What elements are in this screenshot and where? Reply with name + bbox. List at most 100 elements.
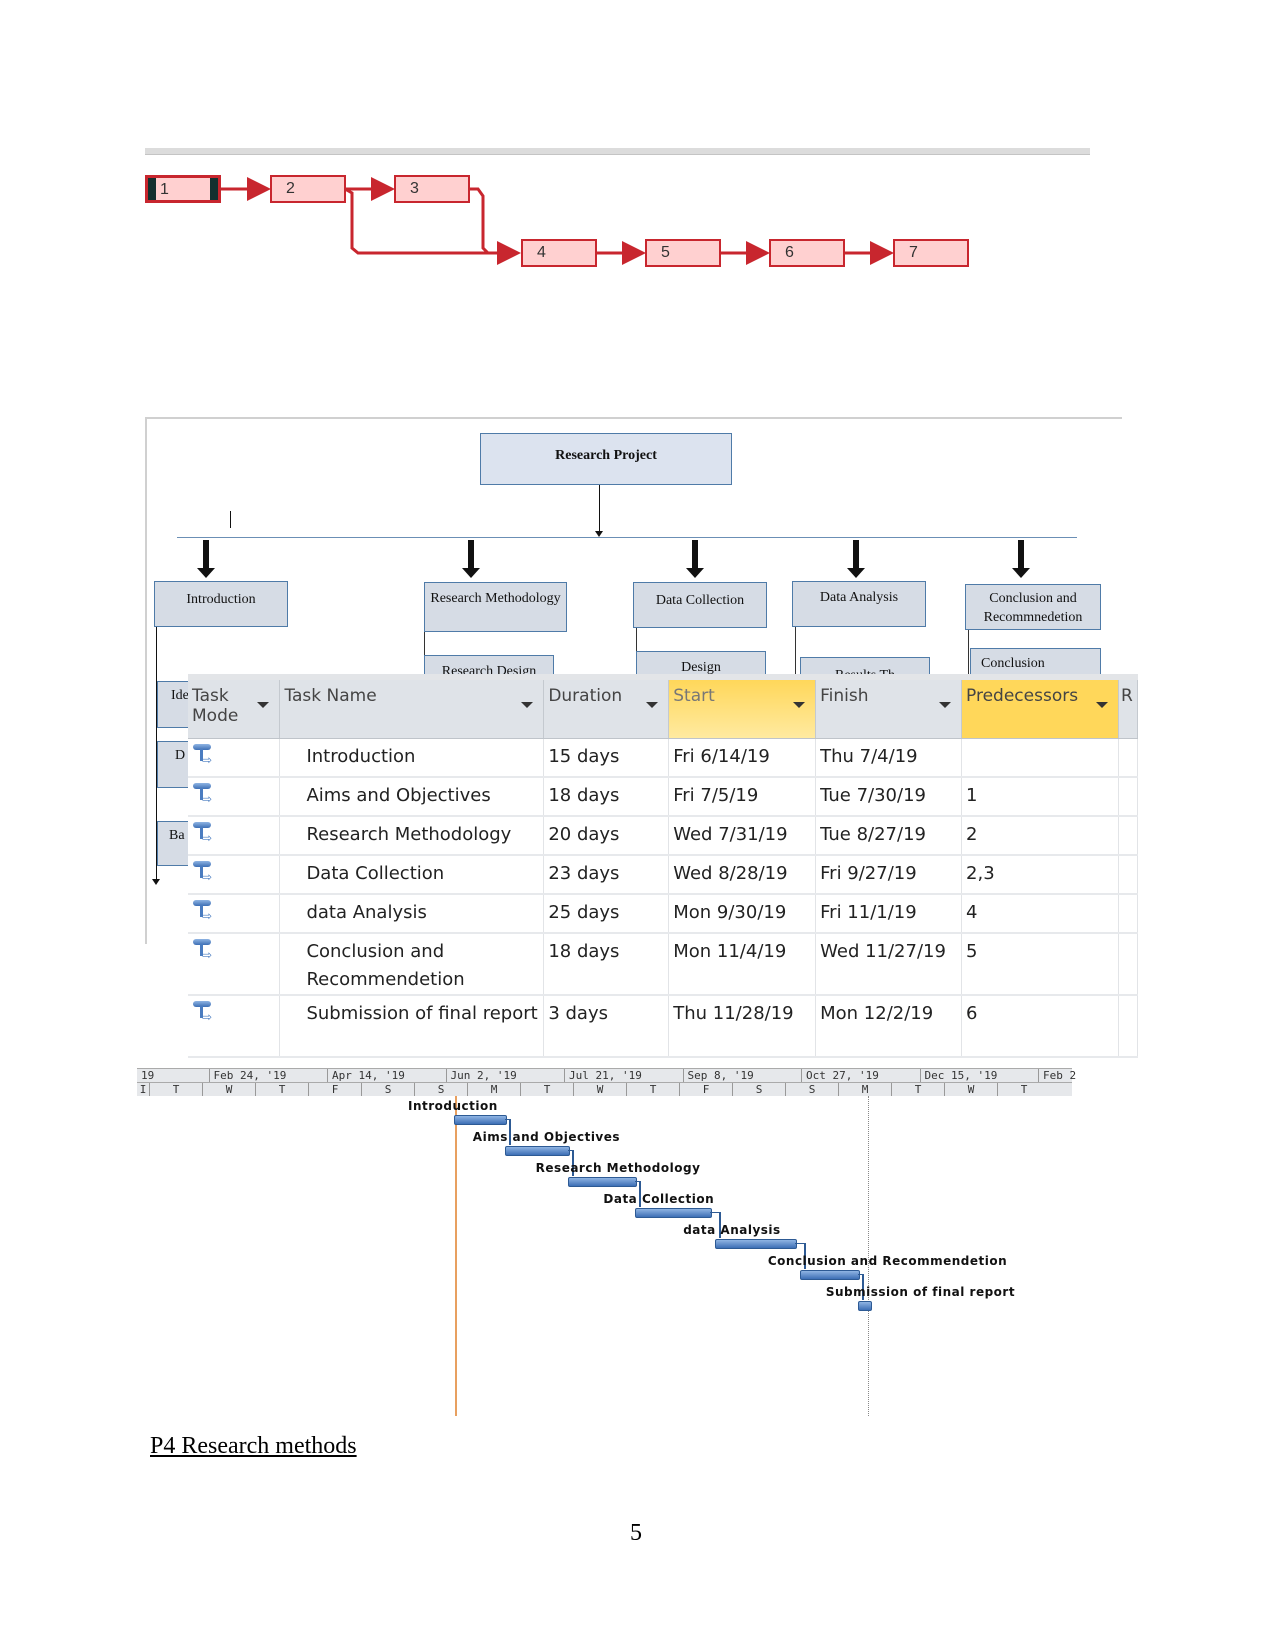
finish-cell[interactable]: Tue 7/30/19: [815, 777, 963, 817]
branch-arrow-icon: [197, 540, 215, 578]
predecessors-cell[interactable]: 5: [961, 933, 1119, 996]
dropdown-arrow-icon[interactable]: [1095, 702, 1108, 708]
column-header-task-name[interactable]: Task Name: [279, 680, 545, 739]
resource-cell[interactable]: [1118, 995, 1139, 1058]
dropdown-arrow-icon[interactable]: [646, 702, 659, 708]
task-name-cell[interactable]: Research Methodology: [279, 816, 545, 856]
resource-cell[interactable]: [1118, 933, 1139, 996]
resource-cell[interactable]: [1118, 777, 1139, 817]
predecessors-cell[interactable]: 4: [961, 894, 1119, 934]
gantt-task-bar[interactable]: [857, 1301, 872, 1311]
table-row[interactable]: ⇨ Research Methodology 20 days Wed 7/31/19 T…: [188, 816, 1139, 856]
network-diagram: 1 2 3 4 5 6 7: [145, 140, 1090, 280]
network-node-2[interactable]: 2: [270, 175, 346, 203]
finish-cell[interactable]: Tue 8/27/19: [815, 816, 963, 856]
task-mode-cell[interactable]: ⇨: [188, 816, 281, 856]
task-mode-cell[interactable]: ⇨: [188, 777, 281, 817]
resource-cell[interactable]: [1118, 894, 1139, 934]
task-name-cell[interactable]: Conclusion and Recommendetion: [279, 933, 545, 996]
network-node-4[interactable]: 4: [521, 239, 597, 267]
wbs-branch-research-methodology: Research Methodology: [424, 582, 567, 632]
gantt-task-bar[interactable]: [504, 1146, 570, 1156]
dropdown-arrow-icon[interactable]: [793, 702, 806, 708]
network-node-7[interactable]: 7: [893, 239, 969, 267]
gantt-task-bar[interactable]: [635, 1208, 713, 1218]
start-cell[interactable]: Mon 11/4/19: [668, 933, 817, 996]
gantt-task-bar[interactable]: [454, 1115, 507, 1125]
dropdown-arrow-icon[interactable]: [257, 702, 270, 708]
task-name-cell[interactable]: Introduction: [279, 738, 545, 778]
duration-cell[interactable]: 18 days: [543, 933, 670, 996]
header-label: Task Mode: [192, 686, 239, 726]
resource-cell[interactable]: [1118, 855, 1139, 895]
predecessors-cell[interactable]: [961, 738, 1119, 778]
task-mode-cell[interactable]: ⇨: [188, 738, 281, 778]
finish-cell[interactable]: Thu 7/4/19: [815, 738, 963, 778]
task-name-cell[interactable]: Aims and Objectives: [279, 777, 545, 817]
gantt-task-label: Aims and Objectives: [472, 1130, 621, 1144]
column-header-predecessors[interactable]: Predecessors: [961, 680, 1119, 739]
task-mode-cell[interactable]: ⇨: [188, 855, 281, 895]
table-row[interactable]: ⇨ data Analysis 25 days Mon 9/30/19 Fri 11/1…: [188, 894, 1139, 934]
table-row[interactable]: ⇨ Introduction 15 days Fri 6/14/19 Thu 7/4/1…: [188, 738, 1139, 778]
finish-cell[interactable]: Fri 9/27/19: [815, 855, 963, 895]
table-row[interactable]: ⇨ Data Collection 23 days Wed 8/28/19 Fri 9/…: [188, 855, 1139, 895]
duration-cell[interactable]: 23 days: [543, 855, 670, 895]
network-node-1[interactable]: 1: [145, 175, 221, 203]
duration-cell[interactable]: 18 days: [543, 777, 670, 817]
start-cell[interactable]: Wed 8/28/19: [668, 855, 817, 895]
gantt-task-label: Submission of final report: [825, 1285, 1016, 1299]
child-label: Design: [681, 660, 721, 675]
table-row[interactable]: ⇨ Submission of final report 3 days Thu 11/…: [188, 995, 1139, 1058]
table-row[interactable]: ⇨ Conclusion and Recommendetion 18 days Mon…: [188, 933, 1139, 996]
branch-arrow-icon: [686, 540, 704, 578]
task-mode-cell[interactable]: ⇨: [188, 933, 281, 996]
node-label: 2: [286, 180, 295, 197]
start-cell[interactable]: Thu 11/28/19: [668, 995, 817, 1058]
column-header-duration[interactable]: Duration: [543, 680, 670, 739]
duration-cell[interactable]: 3 days: [543, 995, 670, 1058]
predecessors-cell[interactable]: 2: [961, 816, 1119, 856]
network-node-6[interactable]: 6: [769, 239, 845, 267]
finish-cell[interactable]: Mon 12/2/19: [815, 995, 963, 1058]
node-label: 7: [909, 244, 918, 261]
resource-cell[interactable]: [1118, 738, 1139, 778]
column-header-task-mode[interactable]: Task Mode: [188, 680, 281, 739]
dropdown-arrow-icon[interactable]: [939, 702, 952, 708]
finish-cell[interactable]: Fri 11/1/19: [815, 894, 963, 934]
auto-scheduled-task-icon: ⇨: [192, 1000, 214, 1024]
column-header-resource[interactable]: R: [1118, 680, 1139, 739]
network-node-3[interactable]: 3: [394, 175, 470, 203]
dropdown-arrow-icon[interactable]: [521, 702, 534, 708]
predecessors-cell[interactable]: 1: [961, 777, 1119, 817]
task-mode-cell[interactable]: ⇨: [188, 995, 281, 1058]
finish-cell[interactable]: Wed 11/27/19: [815, 933, 963, 996]
task-name-cell[interactable]: data Analysis: [279, 894, 545, 934]
predecessors-cell[interactable]: 2,3: [961, 855, 1119, 895]
gantt-task-label: Introduction: [408, 1099, 498, 1113]
column-header-start[interactable]: Start: [668, 680, 817, 739]
start-cell[interactable]: Wed 7/31/19: [668, 816, 817, 856]
start-cell[interactable]: Fri 6/14/19: [668, 738, 817, 778]
task-name-cell[interactable]: Submission of final report: [279, 995, 545, 1058]
wbs-branch-data-collection: Data Collection: [633, 582, 767, 628]
predecessors-cell[interactable]: 6: [961, 995, 1119, 1058]
start-cell[interactable]: Fri 7/5/19: [668, 777, 817, 817]
column-header-finish[interactable]: Finish: [815, 680, 963, 739]
gantt-task-bar[interactable]: [715, 1239, 797, 1249]
table-row[interactable]: ⇨ Aims and Objectives 18 days Fri 7/5/19 Tue…: [188, 777, 1139, 817]
gantt-task-bar[interactable]: [567, 1177, 638, 1187]
auto-scheduled-task-icon: ⇨: [192, 743, 214, 767]
resource-cell[interactable]: [1118, 816, 1139, 856]
duration-cell[interactable]: 25 days: [543, 894, 670, 934]
gantt-bars-area: Introduction Aims and Objectives Research …: [137, 1068, 1072, 1418]
task-table: Task Mode Task Name Duration Start Finis…: [188, 674, 1139, 1058]
duration-cell[interactable]: 20 days: [543, 816, 670, 856]
network-node-5[interactable]: 5: [645, 239, 721, 267]
task-mode-cell[interactable]: ⇨: [188, 894, 281, 934]
task-name-cell[interactable]: Data Collection: [279, 855, 545, 895]
gantt-task-bar[interactable]: [799, 1270, 860, 1280]
duration-cell[interactable]: 15 days: [543, 738, 670, 778]
auto-scheduled-task-icon: ⇨: [192, 938, 214, 962]
start-cell[interactable]: Mon 9/30/19: [668, 894, 817, 934]
